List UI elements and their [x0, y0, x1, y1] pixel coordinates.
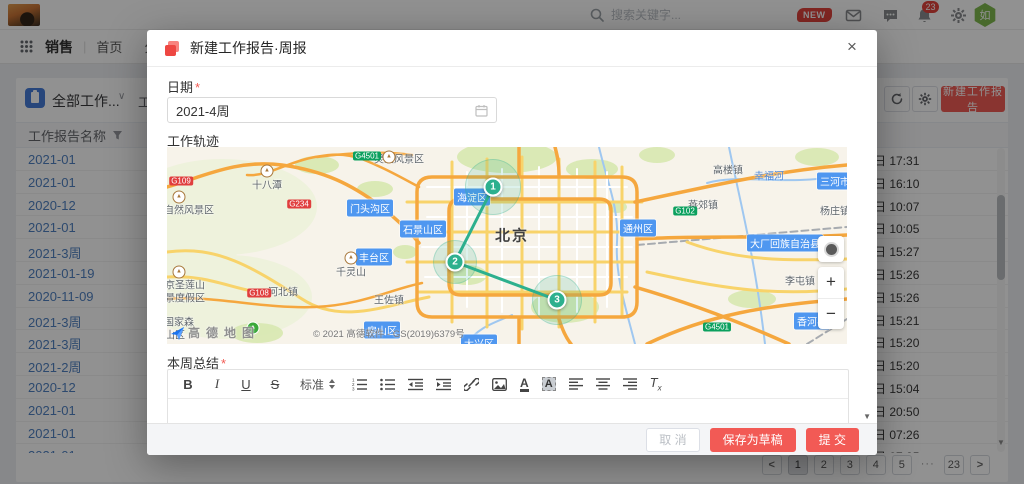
track-marker-3[interactable]: 3	[548, 291, 567, 310]
calendar-icon[interactable]	[475, 104, 488, 117]
date-value: 2021-4周	[176, 101, 229, 120]
clear-format-button[interactable]: Tx	[650, 375, 662, 393]
map-zoom-control: + −	[818, 267, 844, 329]
amap-plane-icon	[170, 326, 185, 341]
track-marker-1[interactable]: 1	[484, 178, 503, 197]
locate-control[interactable]	[818, 236, 844, 262]
outdent-icon[interactable]	[408, 378, 423, 391]
link-icon[interactable]	[464, 378, 479, 391]
new-report-modal: 新建工作报告·周报 × 日期* 2021-4周 工作轨迹	[147, 30, 877, 455]
zoom-out-button[interactable]: −	[818, 299, 844, 330]
align-right-icon[interactable]	[623, 378, 637, 390]
submit-button[interactable]: 提 交	[806, 428, 859, 452]
updown-icon	[329, 379, 335, 389]
date-input[interactable]: 2021-4周	[167, 97, 497, 123]
track-marker-2[interactable]: 2	[446, 253, 465, 272]
italic-button[interactable]: I	[209, 376, 225, 392]
bold-button[interactable]: B	[180, 377, 196, 392]
report-icon	[165, 41, 180, 56]
modal-scroll-down-icon[interactable]: ▼	[863, 412, 871, 421]
close-icon[interactable]: ×	[841, 37, 863, 57]
date-label: 日期*	[167, 77, 200, 96]
amap-logo: 高德地图	[170, 324, 260, 341]
save-draft-button[interactable]: 保存为草稿	[710, 428, 796, 452]
modal-footer: 取 消 保存为草稿 提 交	[147, 423, 877, 455]
locate-icon	[826, 244, 837, 255]
cancel-button[interactable]: 取 消	[646, 428, 699, 452]
text-color-button[interactable]: A	[520, 377, 529, 392]
align-left-icon[interactable]	[569, 378, 583, 390]
work-track-map[interactable]: 北京海淀区门头沟区石景山区通州区丰台区房山区大兴区大厂回族自治县三河市香河县灵溪…	[167, 147, 847, 344]
map-attribution: © 2021 高德软件 - GS(2019)6379号	[313, 326, 465, 340]
zoom-in-button[interactable]: +	[818, 267, 844, 299]
modal-title: 新建工作报告·周报	[190, 38, 307, 58]
bullet-list-icon[interactable]	[380, 378, 395, 391]
highlight-color-button[interactable]: A	[542, 377, 556, 391]
strikethrough-button[interactable]: S	[267, 377, 283, 392]
align-center-icon[interactable]	[596, 378, 610, 390]
modal-header: 新建工作报告·周报 ×	[147, 30, 877, 67]
required-asterisk: *	[195, 80, 200, 95]
indent-icon[interactable]	[436, 378, 451, 391]
ordered-list-icon[interactable]: 123	[352, 378, 367, 391]
svg-text:3: 3	[352, 386, 355, 390]
underline-button[interactable]: U	[238, 377, 254, 392]
paragraph-style-select[interactable]: 标准	[300, 376, 335, 393]
editor-toolbar: B I U S 标准 123 A A	[168, 370, 848, 399]
image-icon[interactable]	[492, 378, 507, 391]
